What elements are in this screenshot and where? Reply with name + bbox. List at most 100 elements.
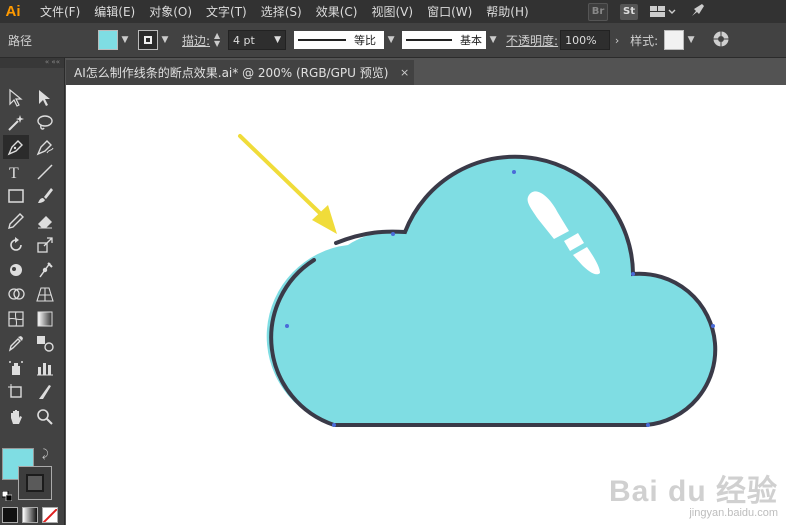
hand-tool[interactable] [3, 405, 29, 429]
rectangle-tool[interactable] [3, 184, 29, 208]
pencil-tool[interactable] [3, 209, 29, 233]
brush-label: 基本 [460, 34, 483, 47]
profile-line-icon [298, 39, 347, 41]
anchor-point[interactable] [711, 324, 715, 328]
type-tool[interactable]: T [3, 160, 29, 184]
rotate-tool[interactable] [3, 233, 29, 257]
graph-icon [37, 362, 53, 375]
tools-panel-grip[interactable]: « «« [0, 58, 64, 68]
symbol-sprayer-tool[interactable] [3, 356, 29, 380]
blend-icon [37, 336, 54, 352]
artwork [238, 134, 718, 427]
anchor-point[interactable] [285, 324, 289, 328]
eyedropper-icon [8, 336, 23, 352]
blend-tool[interactable] [32, 331, 58, 355]
paintbrush-tool[interactable] [32, 184, 58, 208]
opacity-expand-icon[interactable]: › [610, 30, 624, 50]
stroke-swatch[interactable] [138, 30, 158, 50]
direct-selection-tool[interactable] [32, 86, 58, 110]
workspace-switcher-icon[interactable] [650, 5, 676, 19]
menu-effect[interactable]: 效果(C) [316, 3, 358, 20]
stroke-profile-select[interactable]: 等比 [294, 31, 385, 49]
brush-select[interactable]: 基本 [402, 31, 487, 49]
artboard-canvas[interactable]: Bai du 经验 jingyan.baidu.com [66, 85, 786, 525]
color-mode-button[interactable] [2, 507, 18, 523]
pencil-icon [8, 212, 24, 229]
menu-edit[interactable]: 编辑(E) [94, 3, 135, 20]
menu-view[interactable]: 视图(V) [371, 3, 413, 20]
pen-tool[interactable] [3, 135, 29, 159]
magic-wand-tool[interactable] [3, 111, 29, 135]
zoom-icon [37, 408, 53, 425]
stroke-weight-value: 4 pt [233, 33, 255, 47]
menu-file[interactable]: 文件(F) [40, 3, 80, 20]
gradient-icon [37, 311, 53, 326]
mesh-tool[interactable] [3, 307, 29, 331]
menu-window[interactable]: 窗口(W) [427, 3, 472, 20]
curvature-tool[interactable] [32, 135, 58, 159]
anchor-point[interactable] [391, 232, 395, 236]
svg-text:T: T [9, 165, 19, 182]
anchor-point[interactable] [631, 272, 635, 276]
stroke-profile-label: 等比 [354, 34, 377, 47]
anchor-point[interactable] [646, 423, 650, 427]
slice-icon [39, 385, 51, 399]
close-tab-icon[interactable]: × [400, 66, 409, 79]
rocket-icon[interactable] [690, 2, 706, 22]
line-icon [37, 163, 53, 180]
bridge-button[interactable]: Br [588, 2, 608, 21]
gradient-mode-button[interactable] [22, 507, 38, 523]
gradient-tool[interactable] [32, 307, 58, 331]
cloud-shape[interactable] [266, 156, 716, 425]
stroke-color-box[interactable] [18, 466, 52, 500]
opacity-label[interactable]: 不透明度: [506, 32, 558, 49]
document-tab-title: AI怎么制作线条的断点效果.ai* @ 200% (RGB/GPU 预览) [74, 66, 389, 80]
anchor-point[interactable] [512, 170, 516, 174]
lasso-tool[interactable] [32, 111, 58, 135]
control-bar: 路径 ▼ ▼ 描边: ▲ ▼ 4 pt ▼ 等比 ▼ 基本 ▼ 不透明度: 100… [0, 23, 786, 58]
graph-tool[interactable] [32, 356, 58, 380]
line-tool[interactable] [32, 160, 58, 184]
zoom-tool[interactable] [32, 405, 58, 429]
puppet-warp-icon [39, 261, 53, 277]
artboard-icon [8, 384, 22, 398]
fill-swatch[interactable] [98, 30, 118, 50]
eyedropper-tool[interactable] [3, 331, 29, 355]
menu-object[interactable]: 对象(O) [149, 3, 192, 20]
perspective-grid-tool[interactable] [32, 282, 58, 306]
selection-tool[interactable] [3, 86, 29, 110]
stroke-label[interactable]: 描边: [182, 32, 210, 49]
menu-help[interactable]: 帮助(H) [486, 3, 528, 20]
stock-button[interactable]: St [620, 3, 638, 20]
eraser-tool[interactable] [32, 209, 58, 233]
style-dropdown-icon[interactable]: ▼ [684, 30, 698, 50]
menu-type[interactable]: 文字(T) [206, 3, 247, 20]
stroke-profile-dropdown-icon[interactable]: ▼ [384, 30, 398, 50]
anchor-point[interactable] [332, 423, 336, 427]
stroke-weight-stepper-icon[interactable]: ▲ ▼ [214, 32, 226, 48]
type-icon: T [9, 165, 19, 182]
rectangle-icon [8, 189, 24, 203]
stroke-weight-input[interactable]: 4 pt ▼ [228, 30, 287, 50]
opacity-input[interactable]: 100% [560, 30, 611, 50]
stroke-weight-dropdown-icon[interactable]: ▼ [274, 35, 281, 45]
default-colors-icon[interactable] [1, 486, 13, 502]
shape-builder-tool[interactable] [3, 282, 29, 306]
menu-select[interactable]: 选择(S) [261, 3, 302, 20]
swap-colors-icon[interactable]: ⤸ [42, 447, 49, 461]
warp-tool[interactable] [3, 258, 29, 282]
fill-dropdown-icon[interactable]: ▼ [118, 30, 132, 50]
style-swatch[interactable] [664, 30, 685, 50]
puppet-warp-tool[interactable] [32, 258, 58, 282]
menu-bar: Ai 文件(F) 编辑(E) 对象(O) 文字(T) 选择(S) 效果(C) 视… [0, 0, 786, 23]
brush-dropdown-icon[interactable]: ▼ [486, 30, 500, 50]
baidu-watermark: Bai du 经验 jingyan.baidu.com [609, 466, 778, 519]
artboard-tool[interactable] [3, 380, 29, 404]
document-tab[interactable]: AI怎么制作线条的断点效果.ai* @ 200% (RGB/GPU 预览) × [66, 60, 414, 85]
recolor-artwork-icon[interactable] [712, 30, 730, 51]
slice-tool[interactable] [32, 380, 58, 404]
none-mode-button[interactable] [42, 507, 58, 523]
scale-tool[interactable] [32, 233, 58, 257]
stroke-dropdown-icon[interactable]: ▼ [158, 30, 172, 50]
menu-right-group: Br St [588, 0, 786, 23]
